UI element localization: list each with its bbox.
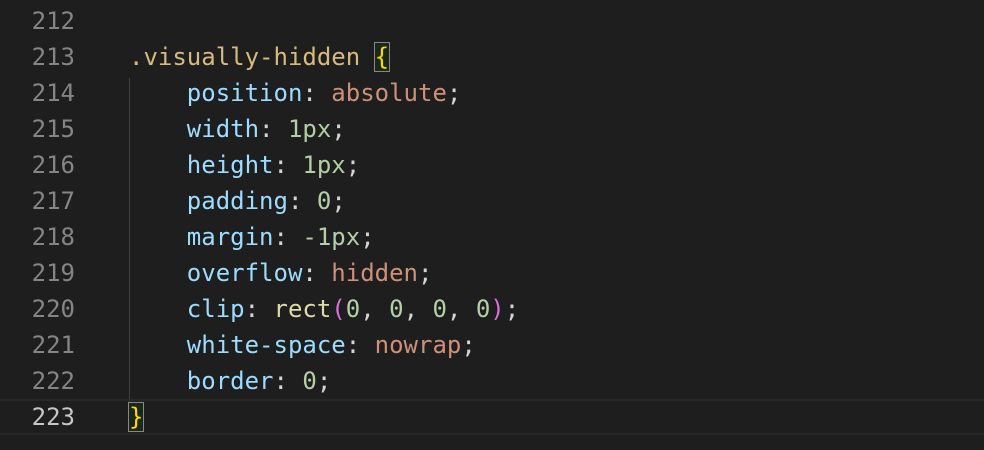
line-code: border: 0;: [129, 363, 332, 399]
code-token-num: 0: [389, 295, 404, 323]
line-code: margin: -1px;: [129, 219, 375, 255]
code-token-punc: ;: [360, 223, 375, 251]
code-token-punc: ;: [446, 79, 462, 107]
code-token-punc: :: [244, 295, 274, 323]
code-token-punc: ;: [331, 115, 346, 143]
code-token-punc: :: [273, 223, 303, 251]
code-token-punc: ;: [418, 259, 433, 287]
line-number: 220: [31, 295, 75, 323]
code-token-val: nowrap: [374, 331, 462, 359]
code-token-punc: :: [273, 151, 303, 179]
active-code-line[interactable]: 223}: [0, 399, 984, 435]
code-token-punc: [129, 187, 187, 215]
code-token-prop: white-space: [186, 331, 346, 359]
code-token-num: 0: [475, 295, 491, 323]
code-token-punc: [129, 151, 187, 179]
code-line[interactable]: 214 position: absolute;: [0, 75, 984, 111]
code-line[interactable]: 215 width: 1px;: [0, 111, 984, 147]
code-token-prop: height: [186, 151, 274, 179]
code-token-func: rect: [273, 295, 332, 323]
code-token-prop: clip: [186, 295, 245, 323]
line-code: width: 1px;: [129, 111, 346, 147]
code-token-punc: ;: [345, 151, 361, 179]
code-token-num: 0: [302, 367, 317, 395]
code-token-punc: :: [259, 115, 288, 143]
code-token-prop: position: [186, 79, 303, 107]
code-token-punc: [129, 259, 187, 287]
code-token-paren: (: [331, 295, 346, 323]
code-token-punc: ;: [461, 331, 476, 359]
line-code: white-space: nowrap;: [129, 327, 476, 363]
code-token-prop: overflow: [186, 259, 303, 287]
code-token-selector: .visually-hidden: [129, 43, 361, 71]
code-token-prop: padding: [186, 187, 288, 215]
code-token-prop: margin: [186, 223, 274, 251]
code-line[interactable]: 213 .visually-hidden {: [0, 39, 984, 75]
code-line[interactable]: 221 white-space: nowrap;: [0, 327, 984, 363]
line-number: 214: [31, 79, 75, 107]
line-number: 218: [31, 223, 75, 251]
code-token-punc: ,: [403, 295, 433, 323]
code-token-punc: [129, 223, 187, 251]
code-line[interactable]: 218 margin: -1px;: [0, 219, 984, 255]
code-token-num: -1px: [302, 223, 361, 251]
line-code: overflow: hidden;: [129, 255, 433, 291]
code-token-punc: [129, 367, 187, 395]
code-token-num: 1px: [302, 151, 346, 179]
code-token-num: 1px: [287, 115, 332, 143]
line-number: 216: [31, 151, 75, 179]
code-token-punc: [129, 331, 187, 359]
code-token-prop: border: [186, 367, 274, 395]
line-number: 223: [31, 403, 75, 431]
line-number: 213: [31, 43, 75, 71]
matched-bracket: }: [127, 402, 145, 432]
line-number: 219: [31, 259, 75, 287]
code-token-punc: [360, 43, 374, 71]
code-token-num: 0: [316, 187, 332, 215]
code-token-punc: :: [302, 259, 332, 287]
code-editor[interactable]: 212 213 .visually-hidden {214 position: ab…: [0, 0, 984, 450]
line-number: 212: [31, 7, 75, 35]
code-line[interactable]: 217 padding: 0;: [0, 183, 984, 219]
line-code: .visually-hidden {: [129, 39, 391, 75]
code-line[interactable]: 222 border: 0;: [0, 363, 984, 399]
code-token-punc: [129, 115, 187, 143]
line-number: 215: [31, 115, 75, 143]
code-token-punc: [129, 295, 187, 323]
code-token-val: hidden: [331, 259, 418, 287]
line-code: position: absolute;: [129, 75, 462, 111]
line-code: height: 1px;: [129, 147, 360, 183]
line-number: 221: [31, 331, 75, 359]
code-token-punc: :: [345, 331, 375, 359]
code-token-paren: ): [490, 295, 505, 323]
code-token-num: 0: [432, 295, 447, 323]
line-code: }: [127, 399, 145, 435]
code-token-punc: :: [302, 79, 332, 107]
code-token-punc: :: [273, 367, 303, 395]
line-number: 222: [31, 367, 75, 395]
code-token-punc: [129, 79, 187, 107]
code-token-num: 0: [345, 295, 361, 323]
line-code: clip: rect(0, 0, 0, 0);: [129, 291, 519, 327]
code-line[interactable]: 216 height: 1px;: [0, 147, 984, 183]
code-token-punc: ,: [446, 295, 476, 323]
matched-bracket: {: [373, 42, 391, 72]
code-token-punc: ;: [331, 187, 346, 215]
code-token-val: absolute: [331, 79, 447, 107]
code-token-punc: ;: [504, 295, 520, 323]
editor-lines: 212 213 .visually-hidden {214 position: ab…: [0, 3, 984, 435]
code-line[interactable]: 220 clip: rect(0, 0, 0, 0);: [0, 291, 984, 327]
code-token-punc: ;: [316, 367, 332, 395]
code-token-punc: :: [287, 187, 317, 215]
code-token-punc: ,: [360, 295, 390, 323]
line-code: padding: 0;: [129, 183, 346, 219]
line-number: 217: [31, 187, 75, 215]
code-token-prop: width: [186, 115, 260, 143]
code-line[interactable]: 219 overflow: hidden;: [0, 255, 984, 291]
code-line[interactable]: 212: [0, 3, 984, 39]
